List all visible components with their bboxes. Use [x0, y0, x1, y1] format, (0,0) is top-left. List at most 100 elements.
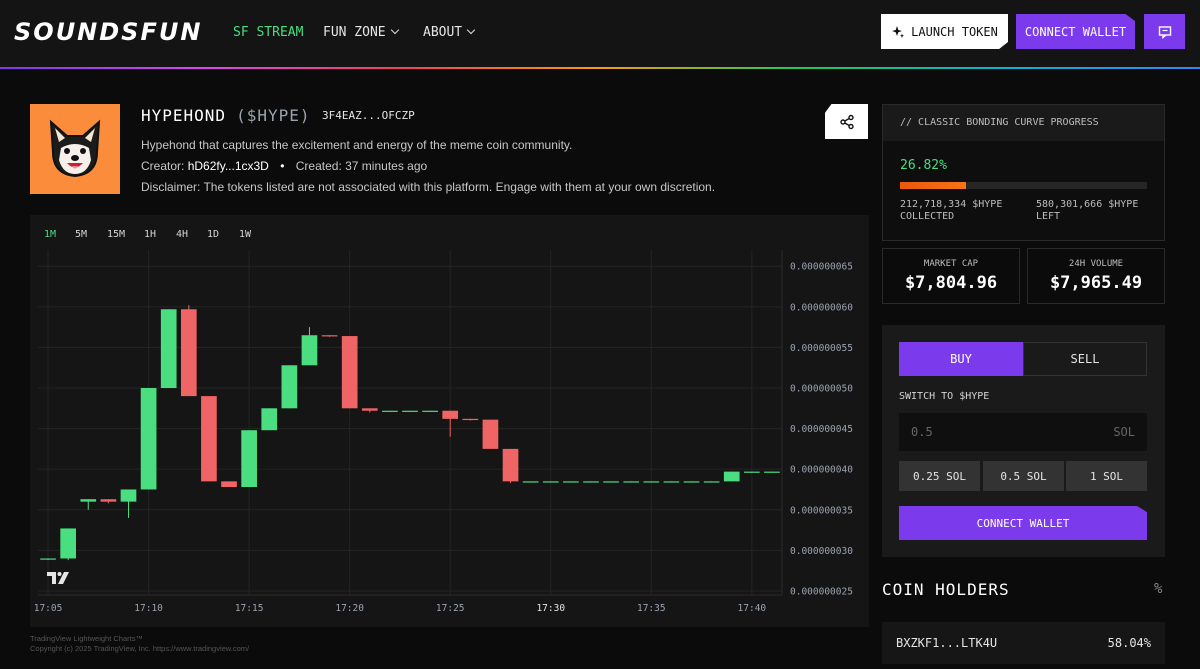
- token-address[interactable]: 3F4EAZ...OFCZP: [322, 109, 415, 122]
- timeframe-15m[interactable]: 15M: [107, 229, 125, 240]
- quick-amount-025[interactable]: 0.25 SOL: [899, 461, 980, 491]
- candle-body: [723, 471, 740, 482]
- sell-tab[interactable]: SELL: [1023, 342, 1147, 376]
- collected-label: COLLECTED: [900, 211, 955, 222]
- switch-token-link[interactable]: SWITCH TO $HYPE: [899, 391, 989, 402]
- candle-body: [361, 408, 378, 411]
- candle-body: [643, 481, 660, 483]
- timeframe-5m[interactable]: 5M: [75, 229, 87, 240]
- candle-body: [60, 528, 77, 559]
- token-name: HYPEHOND: [141, 106, 227, 125]
- candle-body: [221, 481, 237, 488]
- candle-body: [542, 481, 559, 483]
- candle-body: [40, 558, 56, 560]
- volume-value: $7,965.49: [1049, 273, 1143, 293]
- launch-token-label: LAUNCH TOKEN: [911, 24, 998, 39]
- x-axis-tick-label: 17:30: [536, 603, 565, 614]
- shiba-mascot-image: [49, 119, 101, 178]
- candle-body: [623, 481, 640, 483]
- creator-label: Creator:: [141, 159, 185, 173]
- rainbow-divider: [0, 67, 1200, 69]
- trade-panel: BUY SELL SWITCH TO $HYPE 0.5 SOL 0.25 SO…: [882, 325, 1165, 557]
- bonding-curve-panel: // CLASSIC BONDING CURVE PROGRESS 26.82%…: [882, 104, 1165, 241]
- holder-row[interactable]: BXZKF1...LTK4U 58.04%: [882, 622, 1165, 664]
- candle-body: [683, 481, 700, 483]
- timeframe-1m[interactable]: 1M: [44, 229, 56, 240]
- candle-body: [301, 335, 318, 366]
- amount-input[interactable]: 0.5 SOL: [899, 413, 1147, 451]
- trade-connect-wallet-button[interactable]: CONNECT WALLET: [899, 506, 1147, 540]
- holders-title: COIN HOLDERS: [882, 580, 1010, 599]
- candle-body: [663, 481, 680, 483]
- candle-body: [583, 481, 599, 483]
- market-cap-card: MARKET CAP $7,804.96: [882, 248, 1020, 304]
- volume-label: 24H VOLUME: [1068, 259, 1124, 269]
- created-label: Created:: [295, 159, 342, 173]
- nav-about-label: ABOUT: [423, 25, 463, 40]
- x-axis-tick-label: 17:40: [738, 603, 767, 614]
- launch-token-button[interactable]: LAUNCH TOKEN: [881, 14, 1008, 49]
- nav-fun-zone-label: FUN ZONE: [323, 25, 386, 40]
- bonding-percent: 26.82%: [900, 158, 947, 173]
- candle-body: [442, 410, 459, 419]
- holders-percent-header: %: [1154, 581, 1163, 597]
- sparkle-icon: [892, 25, 905, 38]
- candle-body: [281, 365, 298, 409]
- nav-about[interactable]: ABOUT: [423, 25, 476, 40]
- holder-percent: 58.04%: [1107, 636, 1151, 650]
- candle-body: [160, 309, 177, 388]
- chart-credit-line1: TradingView Lightweight Charts™: [30, 634, 143, 643]
- token-ticker: ($HYPE): [236, 106, 311, 125]
- candle-body: [422, 410, 438, 412]
- share-button[interactable]: [825, 104, 868, 139]
- quick-amount-1[interactable]: 1 SOL: [1066, 461, 1147, 491]
- left-amount: 580,301,666 $HYPE: [1036, 199, 1139, 210]
- timeframe-1h[interactable]: 1H: [144, 229, 156, 240]
- candle-body: [120, 489, 137, 502]
- token-meta: Creator: hD62fy...1cx3D • Created: 37 mi…: [141, 159, 428, 173]
- connect-wallet-button[interactable]: CONNECT WALLET: [1016, 14, 1135, 49]
- candle-body: [462, 418, 479, 421]
- amount-unit: SOL: [1113, 425, 1135, 439]
- y-axis-tick-label: 0.000000030: [790, 546, 853, 557]
- candle-body: [241, 430, 257, 488]
- nav-sf-stream[interactable]: SF STREAM: [233, 25, 303, 40]
- quick-amount-05[interactable]: 0.5 SOL: [983, 461, 1064, 491]
- x-axis-tick-label: 17:05: [34, 603, 63, 614]
- timeframe-1d[interactable]: 1D: [207, 229, 219, 240]
- timeframe-1w[interactable]: 1W: [239, 229, 251, 240]
- creator-address[interactable]: hD62fy...1cx3D: [188, 159, 269, 173]
- y-axis-tick-label: 0.000000065: [790, 262, 853, 273]
- candle-body: [180, 309, 197, 397]
- share-icon: [839, 114, 854, 129]
- market-cap-value: $7,804.96: [904, 273, 998, 293]
- candle-body: [522, 481, 539, 483]
- x-axis-tick-label: 17:25: [436, 603, 465, 614]
- candle-body: [201, 396, 217, 482]
- left-label: LEFT: [1036, 211, 1061, 222]
- candle-body: [703, 481, 720, 483]
- buy-tab[interactable]: BUY: [899, 342, 1023, 376]
- bonding-progress-bar: [900, 182, 1147, 189]
- x-axis-tick-label: 17:15: [235, 603, 264, 614]
- candle-body: [261, 408, 278, 431]
- bonding-progress-fill: [900, 182, 967, 189]
- disclaimer: Disclaimer: The tokens listed are not as…: [141, 180, 716, 194]
- bonding-collected: 212,718,334 $HYPE COLLECTED: [900, 199, 1002, 223]
- chat-button[interactable]: [1144, 14, 1185, 49]
- candle-body: [603, 481, 619, 483]
- price-chart[interactable]: 0.000000065 0.000000060 0.000000055 0.00000…: [30, 250, 869, 620]
- market-cap-label: MARKET CAP: [923, 259, 979, 269]
- chevron-down-icon: [390, 25, 399, 35]
- chevron-down-icon: [466, 25, 476, 35]
- logo[interactable]: SOUNDSFUN: [14, 18, 202, 46]
- token-title: HYPEHOND ($HYPE): [141, 106, 311, 125]
- x-axis-tick-label: 17:20: [335, 603, 364, 614]
- x-axis-tick-label: 17:35: [637, 603, 666, 614]
- y-axis-tick-label: 0.000000045: [790, 424, 853, 435]
- timeframe-4h[interactable]: 4H: [176, 229, 188, 240]
- volume-card: 24H VOLUME $7,965.49: [1027, 248, 1165, 304]
- candle-body: [402, 410, 418, 412]
- candle-body: [482, 419, 499, 449]
- nav-fun-zone[interactable]: FUN ZONE: [323, 25, 399, 40]
